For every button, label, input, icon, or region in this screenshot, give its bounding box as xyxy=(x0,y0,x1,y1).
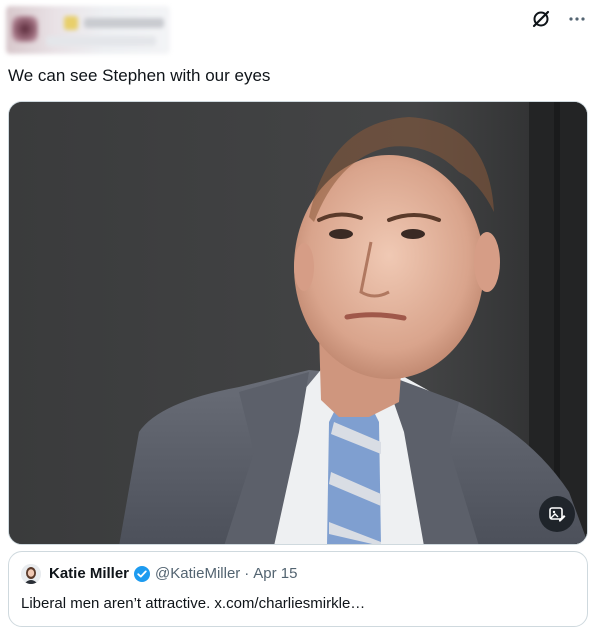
image-edit-button[interactable] xyxy=(539,496,575,532)
quoted-tweet-text: Liberal men aren’t attractive. x.com/cha… xyxy=(21,595,366,612)
quoted-tweet-header: Katie Miller @KatieMiller · Apr 15 xyxy=(21,564,297,584)
image-edit-icon xyxy=(549,507,566,522)
avatar[interactable] xyxy=(21,564,41,584)
separator: · xyxy=(244,565,250,582)
blurred-author-info xyxy=(6,6,170,54)
verified-badge-icon xyxy=(133,565,151,583)
quoted-tweet[interactable]: Katie Miller @KatieMiller · Apr 15 Liber… xyxy=(8,551,588,627)
photo-of-man xyxy=(9,102,587,544)
quoted-tweet-date[interactable]: Apr 15 xyxy=(253,564,297,584)
tweet-header xyxy=(0,0,600,56)
quoted-author-name[interactable]: Katie Miller xyxy=(49,564,129,584)
tweet-actions-top xyxy=(530,8,588,30)
quoted-author-handle[interactable]: @KatieMiller xyxy=(155,564,240,584)
grok-icon[interactable] xyxy=(530,8,552,30)
tweet-text: We can see Stephen with our eyes xyxy=(8,66,271,85)
more-icon[interactable] xyxy=(566,8,588,30)
tweet-photo[interactable] xyxy=(8,101,588,545)
